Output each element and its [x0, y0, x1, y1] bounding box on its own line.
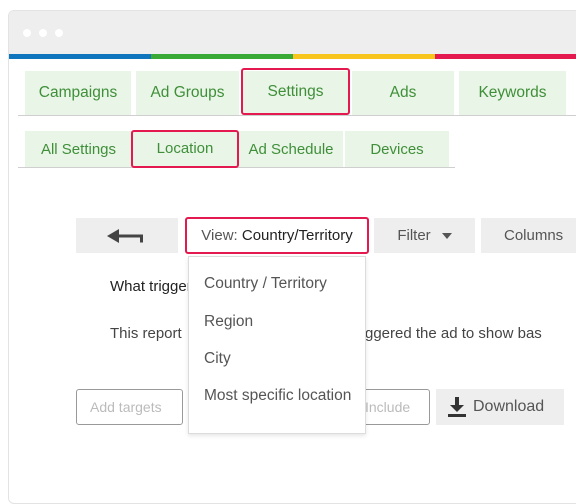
download-icon — [448, 397, 466, 417]
filter-label: Filter — [397, 227, 431, 244]
report-description-start: This report — [110, 325, 182, 342]
view-option-region[interactable]: Region — [204, 313, 253, 331]
window-dot-icon — [55, 29, 63, 37]
filter-button[interactable]: Filter — [374, 218, 475, 253]
view-option-country[interactable]: Country / Territory — [204, 275, 327, 293]
color-stripe-red — [435, 54, 576, 59]
color-stripe-blue — [9, 54, 151, 59]
tab-settings[interactable]: Settings — [243, 71, 348, 113]
tab-label: Campaigns — [38, 84, 118, 101]
add-targets-placeholder: Add targets — [90, 399, 162, 415]
view-option-most-specific[interactable]: Most specific location — [204, 387, 351, 405]
color-stripe-yellow — [293, 54, 435, 59]
subtab-label: Location — [156, 140, 214, 157]
download-label: Download — [473, 398, 545, 415]
view-dropdown-menu: Country / Territory Region City Most spe… — [188, 256, 366, 434]
back-button[interactable] — [76, 218, 178, 253]
tab-campaigns[interactable]: Campaigns — [25, 71, 131, 115]
window-dot-icon — [23, 29, 31, 37]
subtab-devices[interactable]: Devices — [345, 131, 449, 167]
arrow-left-icon — [107, 228, 143, 243]
add-targets-input[interactable]: Add targets — [76, 389, 183, 425]
subtab-ad-schedule[interactable]: Ad Schedule — [239, 131, 343, 167]
report-description-end: ggered the ad to show bas — [365, 325, 542, 342]
download-button[interactable]: Download — [436, 389, 564, 425]
subtab-label: Devices — [370, 140, 424, 158]
subtab-divider — [18, 167, 455, 168]
tab-label: Ads — [389, 84, 417, 101]
subtab-label: All Settings — [40, 140, 117, 158]
tab-keywords[interactable]: Keywords — [459, 71, 566, 115]
columns-label: Columns — [504, 227, 564, 244]
view-selector[interactable]: View: Country/Territory — [185, 217, 369, 254]
view-value: Country/Territory — [241, 227, 353, 244]
tab-label: Keywords — [478, 84, 547, 101]
title-bar — [9, 11, 576, 54]
tab-label: Settings — [267, 83, 324, 100]
columns-button[interactable]: Columns — [481, 218, 576, 253]
tab-label: Ad Groups — [150, 84, 225, 101]
subtab-label: Ad Schedule — [248, 140, 334, 158]
view-prefix: View: — [201, 227, 242, 244]
tab-ad-groups[interactable]: Ad Groups — [136, 71, 239, 115]
subtab-all-settings[interactable]: All Settings — [25, 131, 132, 167]
caret-down-icon — [441, 232, 452, 239]
tab-divider — [18, 115, 576, 116]
report-heading: What trigger — [110, 278, 192, 295]
color-stripe-green — [151, 54, 293, 59]
subtab-location[interactable]: Location — [133, 131, 237, 166]
view-option-city[interactable]: City — [204, 350, 231, 368]
window-dot-icon — [39, 29, 47, 37]
include-placeholder: Include — [365, 399, 411, 415]
tab-ads[interactable]: Ads — [352, 71, 454, 115]
